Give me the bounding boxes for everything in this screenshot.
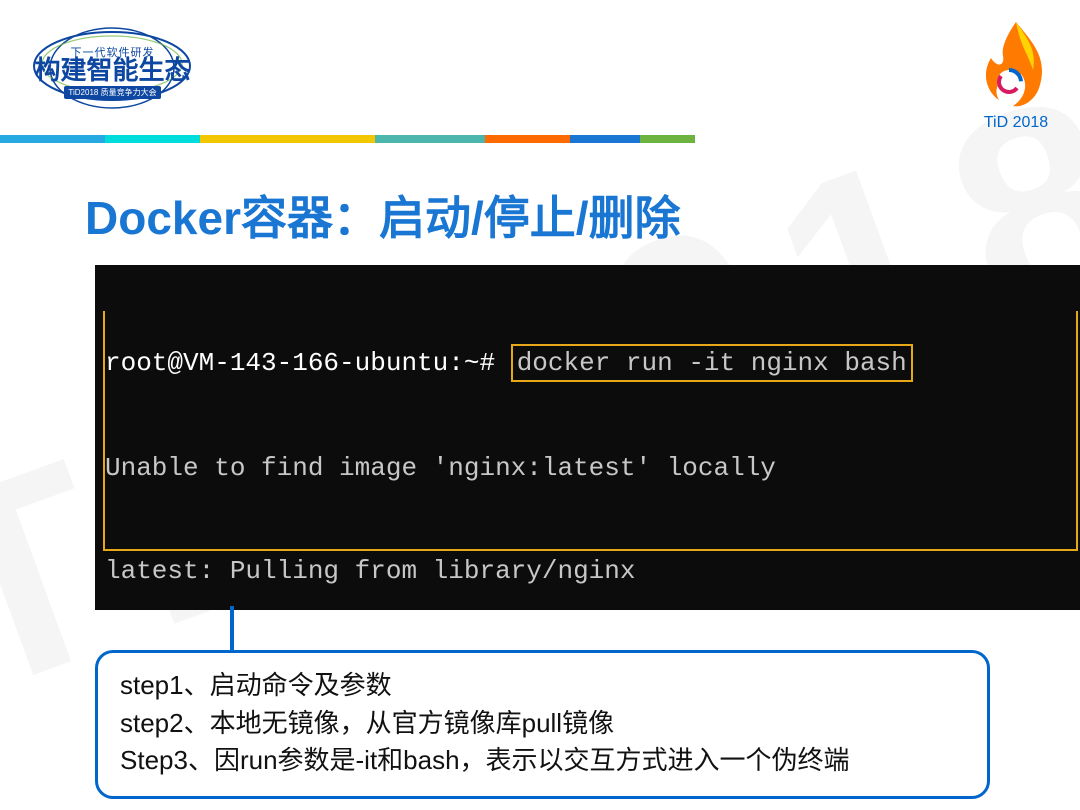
step-3: Step3、因run参数是-it和bash，表示以交互方式进入一个伪终端 [120,742,965,780]
flame-label: TiD 2018 [977,114,1055,132]
highlighted-command: docker run -it nginx bash [511,344,913,382]
shell-prompt-host: root@VM-143-166-ubuntu:~# [105,348,495,378]
steps-callout-box: step1、启动命令及参数 step2、本地无镜像，从官方镜像库pull镜像 S… [95,650,990,799]
conference-logo: 下一代软件研发 构建智能生态 TiD2018 质量竞争力大会 [30,20,195,75]
slide-title: Docker容器：启动/停止/删除 [85,182,681,248]
flame-icon [977,20,1055,110]
terminal-output-line: Unable to find image 'nginx:latest' loca… [105,451,948,485]
slide: TiD2018 下一代软件研发 构建智能生态 TiD2018 质量竞争力大会 [0,0,1080,810]
callout-connector [230,606,234,654]
tid-flame-logo: TiD 2018 [977,20,1055,132]
terminal-screenshot: root@VM-143-166-ubuntu:~# docker run -it… [95,265,1080,610]
step-1: step1、启动命令及参数 [120,667,965,705]
logo-bot-text: TiD2018 质量竞争力大会 [64,86,160,99]
decorative-color-bars [0,135,695,143]
logo-mid-text: 构建智能生态 [30,58,195,84]
step-2: step2、本地无镜像，从官方镜像库pull镜像 [120,705,965,743]
terminal-output-line: latest: Pulling from library/nginx [105,554,948,588]
